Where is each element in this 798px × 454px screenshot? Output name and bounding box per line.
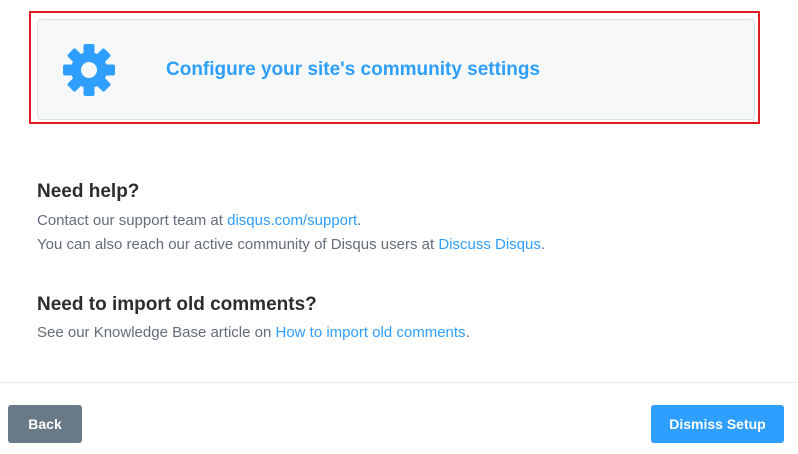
help-section: Need help? Contact our support team at d… [37, 181, 545, 257]
import-section: Need to import old comments? See our Kno… [37, 294, 470, 345]
support-link[interactable]: disqus.com/support [227, 212, 357, 229]
setup-page: Configure your site's community settings… [0, 0, 798, 454]
import-heading: Need to import old comments? [37, 294, 317, 315]
footer-divider [0, 382, 798, 383]
help-heading: Need help? [37, 181, 140, 202]
community-line: You can also reach our active community … [37, 236, 546, 253]
back-button[interactable]: Back [8, 405, 82, 443]
discuss-disqus-link[interactable]: Discuss Disqus [438, 236, 541, 253]
configure-settings-link[interactable]: Configure your site's community settings [166, 59, 540, 81]
import-comments-link[interactable]: How to import old comments [275, 324, 465, 341]
gear-icon [63, 44, 115, 96]
import-line: See our Knowledge Base article on How to… [37, 324, 470, 341]
dismiss-setup-button[interactable]: Dismiss Setup [651, 405, 784, 443]
configure-settings-card[interactable]: Configure your site's community settings [37, 19, 755, 120]
support-line: Contact our support team at disqus.com/s… [37, 212, 362, 229]
